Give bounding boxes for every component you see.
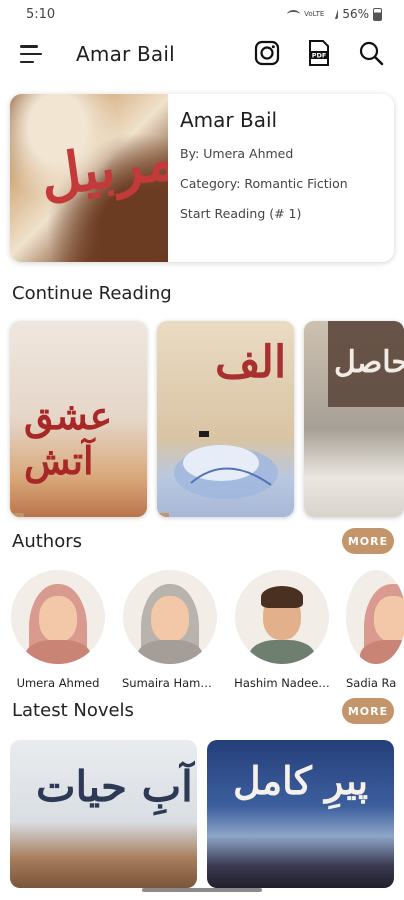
avatar [11, 570, 105, 664]
wifi-icon [287, 9, 301, 19]
latest-novels-heading: Latest Novels [12, 700, 134, 721]
novel-cover-title: پیرِ کامل [233, 758, 369, 803]
novel-cover-title: آبِ حیات [36, 762, 193, 811]
author-item[interactable]: Umera Ahmed [10, 570, 106, 690]
continue-book-card[interactable]: عشق آتش [10, 321, 147, 517]
novel-card[interactable]: پیرِ کامل [207, 740, 394, 888]
status-time: 5:10 [26, 6, 56, 22]
novel-card[interactable]: آبِ حیات [10, 740, 197, 888]
pdf-icon[interactable]: PDF [304, 38, 334, 68]
author-item[interactable]: Sadia Ra [346, 570, 404, 690]
authors-heading: Authors [12, 531, 82, 552]
battery-icon [373, 7, 382, 21]
continue-book-card[interactable]: حاصل [304, 321, 404, 517]
book-cover-title: حاصل [334, 345, 404, 380]
app-bar: Amar Bail PDF [0, 28, 404, 80]
avatar [346, 570, 404, 664]
latest-novels-list: آبِ حیات پیرِ کامل [10, 740, 394, 888]
authors-more-button[interactable]: MORE [342, 528, 394, 554]
book-cover-title: عشق آتش [24, 393, 113, 483]
featured-author: By: Umera Ahmed [180, 146, 294, 161]
author-name: Sumaira Hame… [122, 676, 218, 690]
featured-category: Category: Romantic Fiction [180, 176, 348, 191]
signal-icon [328, 9, 339, 19]
authors-list: Umera Ahmed Sumaira Hame… Hashim Nadee… … [10, 570, 404, 690]
reading-progress-bar [10, 513, 24, 517]
menu-icon[interactable] [20, 45, 42, 63]
avatar [235, 570, 329, 664]
avatar [123, 570, 217, 664]
book-cover-title: الف [215, 337, 287, 388]
battery-percent: 56% [342, 7, 369, 21]
featured-info: Amar Bail By: Umera Ahmed Category: Roma… [168, 94, 360, 262]
author-name: Hashim Nadee… [234, 676, 330, 690]
svg-text:PDF: PDF [312, 52, 327, 60]
instagram-icon[interactable] [252, 38, 282, 68]
featured-book-card[interactable]: امربیل Amar Bail By: Umera Ahmed Categor… [10, 94, 394, 262]
continue-reading-list: عشق آتش الف حاصل [10, 321, 404, 517]
author-name: Sadia Ra [346, 676, 397, 690]
featured-cover-image: امربیل [10, 94, 168, 262]
reading-progress-bar [157, 513, 169, 517]
status-bar: 5:10 VoLTE 56% [0, 0, 404, 28]
continue-book-card[interactable]: الف [157, 321, 294, 517]
latest-more-button[interactable]: MORE [342, 698, 394, 724]
featured-title: Amar Bail [180, 108, 278, 132]
app-title: Amar Bail [76, 42, 175, 66]
featured-cover-title: امربیل [36, 123, 168, 211]
continue-reading-heading: Continue Reading [12, 283, 172, 304]
start-reading-link[interactable]: Start Reading (# 1) [180, 206, 348, 221]
author-item[interactable]: Hashim Nadee… [234, 570, 330, 690]
author-item[interactable]: Sumaira Hame… [122, 570, 218, 690]
author-name: Umera Ahmed [16, 676, 100, 690]
app-bar-actions: PDF [252, 38, 386, 68]
whirling-dervish-illustration [174, 431, 278, 499]
status-icons: VoLTE 56% [287, 7, 382, 21]
network-label: VoLTE [304, 9, 325, 18]
home-indicator[interactable] [142, 888, 262, 892]
search-icon[interactable] [356, 38, 386, 68]
